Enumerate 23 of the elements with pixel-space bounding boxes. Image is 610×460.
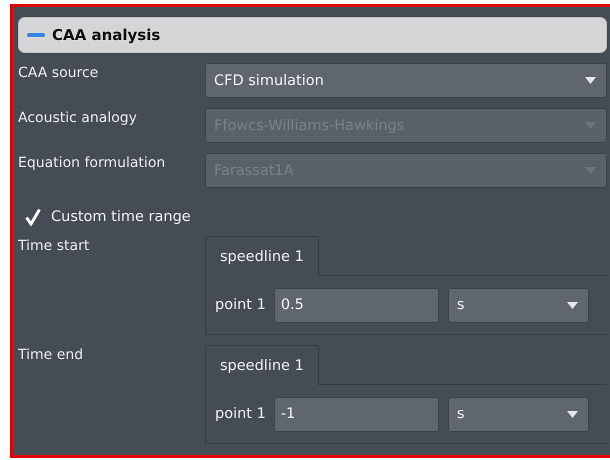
unit-dropdown[interactable]: s (448, 396, 589, 432)
caret-icon (566, 410, 578, 418)
tab[interactable]: speedline 1 (205, 236, 319, 276)
checkbox-label: Custom time range (51, 209, 191, 225)
tab[interactable]: speedline 1 (205, 345, 319, 385)
input-field[interactable]: 0.5 (274, 288, 439, 322)
unit-dropdown[interactable]: s (448, 288, 589, 322)
field-label: Time start (18, 237, 90, 254)
point-label: point 1 (215, 297, 266, 313)
section-title: CAA analysis (52, 26, 160, 44)
collapse-icon (27, 33, 45, 37)
caret-icon (566, 302, 578, 308)
input-field[interactable]: -1 (274, 396, 439, 432)
dropdown[interactable]: CFD simulation (205, 63, 607, 98)
checkmark-icon (25, 208, 41, 226)
checkbox[interactable] (24, 208, 42, 226)
field-label: Acoustic analogy (18, 109, 138, 126)
point-label: point 1 (215, 406, 266, 422)
field-label: Time end (18, 346, 84, 363)
caret-icon (585, 77, 596, 84)
field-label: Equation formulation (18, 154, 166, 171)
field-label: CAA source (18, 64, 100, 81)
section-header[interactable]: CAA analysis (18, 17, 607, 53)
